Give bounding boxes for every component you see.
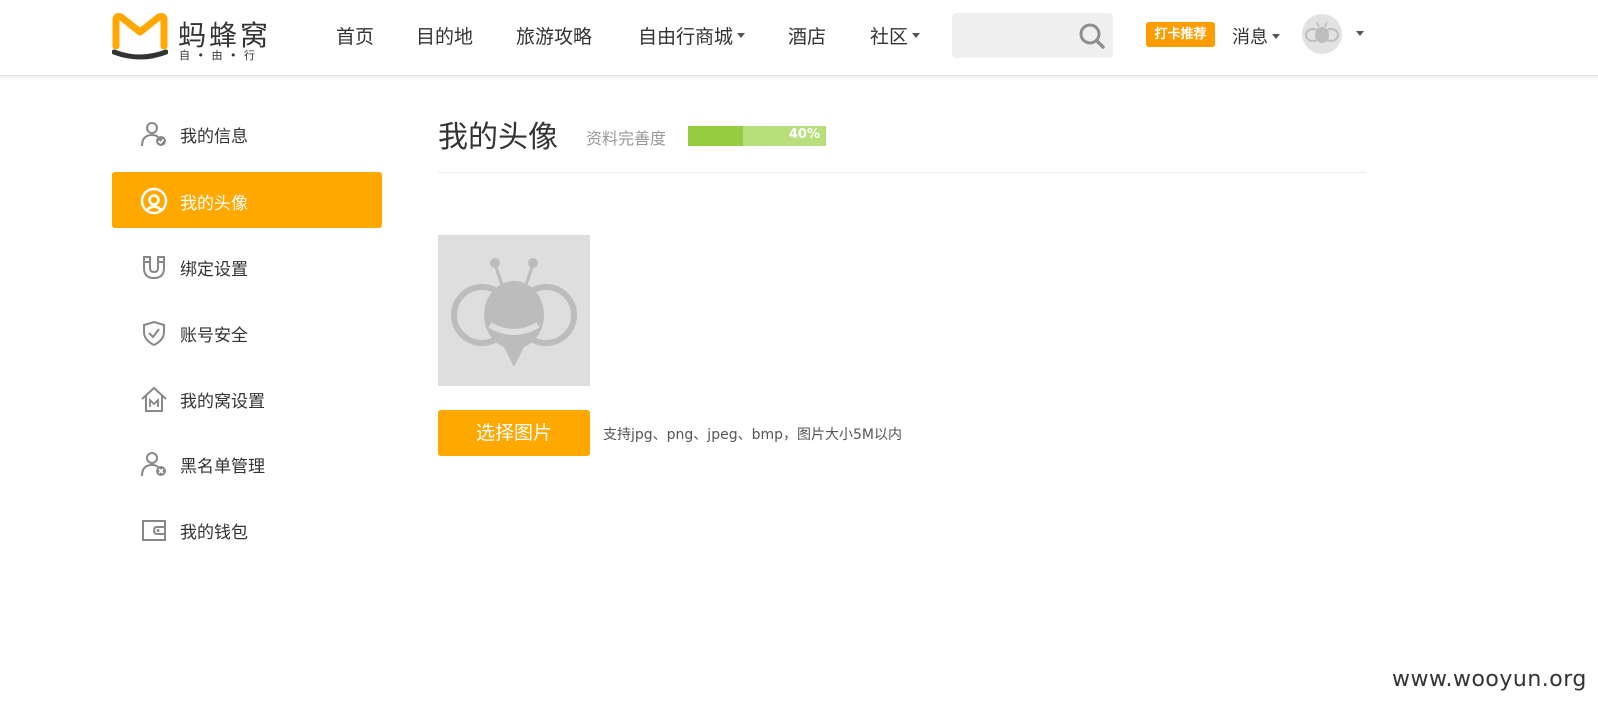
avatar-chevron-down-icon[interactable] bbox=[1356, 31, 1364, 36]
sidebar-item-label: 我的头像 bbox=[180, 194, 248, 214]
home-m-icon bbox=[141, 386, 167, 412]
user-check-icon bbox=[141, 122, 166, 147]
search-box bbox=[952, 13, 1113, 58]
user-avatar[interactable] bbox=[1302, 14, 1342, 54]
sidebar-item-my-avatar[interactable]: 我的头像 bbox=[112, 172, 382, 228]
nav-hotels-label: 酒店 bbox=[788, 26, 827, 48]
profile-completeness-label: 资料完善度 bbox=[586, 129, 667, 148]
nav-guides-label: 旅游攻略 bbox=[516, 26, 593, 48]
sidebar-item-label: 绑定设置 bbox=[180, 260, 248, 280]
nav-home-label: 首页 bbox=[336, 26, 375, 48]
nav-mall[interactable]: 自由行商城 bbox=[638, 22, 746, 48]
sidebar-item-label: 账号安全 bbox=[180, 326, 248, 346]
nav-hotels[interactable]: 酒店 bbox=[788, 22, 826, 48]
sidebar-item-blacklist[interactable]: 黑名单管理 bbox=[112, 435, 382, 491]
chevron-down-icon bbox=[737, 33, 746, 38]
nav-destinations-label: 目的地 bbox=[416, 26, 474, 48]
messages-label: 消息 bbox=[1232, 27, 1268, 48]
mafengwo-m-logo-icon bbox=[112, 12, 168, 60]
choose-image-button[interactable]: 选择图片 bbox=[438, 410, 590, 456]
nav-guides[interactable]: 旅游攻略 bbox=[516, 22, 592, 48]
wallet-icon bbox=[142, 520, 166, 541]
sidebar-item-security[interactable]: 账号安全 bbox=[112, 304, 382, 360]
default-bee-avatar-icon bbox=[451, 258, 577, 367]
site-logo[interactable]: 蚂蜂窝 自 • 由 • 行 bbox=[112, 12, 282, 62]
brand-tagline: 自 • 由 • 行 bbox=[179, 49, 257, 62]
page-title: 我的头像 bbox=[438, 120, 558, 155]
messages-menu[interactable]: 消息 bbox=[1232, 23, 1280, 49]
sidebar-item-label: 我的窝设置 bbox=[180, 392, 265, 412]
checkin-recommend-badge[interactable]: 打卡推荐 bbox=[1146, 22, 1215, 47]
chevron-down-icon bbox=[912, 33, 921, 38]
sidebar-item-label: 我的信息 bbox=[180, 127, 248, 147]
progress-fill bbox=[688, 126, 744, 146]
bee-avatar-icon bbox=[1305, 21, 1339, 43]
user-block-icon bbox=[141, 452, 166, 477]
progress-percent-text: 40% bbox=[788, 127, 820, 142]
sidebar-item-wallet[interactable]: 我的钱包 bbox=[112, 501, 382, 557]
search-icon[interactable] bbox=[1078, 22, 1106, 50]
sidebar-item-label: 我的钱包 bbox=[180, 523, 248, 543]
sidebar-item-my-info[interactable]: 我的信息 bbox=[112, 105, 382, 161]
nav-destinations[interactable]: 目的地 bbox=[416, 22, 473, 48]
search-input[interactable] bbox=[962, 23, 1072, 48]
sidebar-item-binding[interactable]: 绑定设置 bbox=[112, 238, 382, 294]
nav-community[interactable]: 社区 bbox=[870, 22, 921, 48]
chevron-down-icon bbox=[1272, 33, 1280, 39]
section-divider bbox=[438, 172, 1366, 173]
site-header: 蚂蜂窝 自 • 由 • 行 首页 目的地 旅游攻略 自由行商城 酒店 社区 打卡… bbox=[0, 0, 1598, 76]
upload-hint: 支持jpg、png、jpeg、bmp，图片大小5M以内 bbox=[603, 427, 902, 443]
avatar-icon bbox=[140, 187, 168, 215]
sidebar-item-label: 黑名单管理 bbox=[180, 457, 265, 477]
nav-community-label: 社区 bbox=[870, 26, 909, 48]
avatar-preview bbox=[438, 235, 590, 386]
shield-check-icon bbox=[143, 320, 165, 347]
sidebar-item-home-settings[interactable]: 我的窝设置 bbox=[112, 370, 382, 426]
magnet-icon bbox=[143, 256, 165, 280]
watermark: www.wooyun.org bbox=[1392, 667, 1587, 692]
profile-completeness-bar: 40% bbox=[688, 126, 826, 146]
nav-home[interactable]: 首页 bbox=[336, 22, 374, 48]
nav-mall-label: 自由行商城 bbox=[638, 26, 734, 48]
